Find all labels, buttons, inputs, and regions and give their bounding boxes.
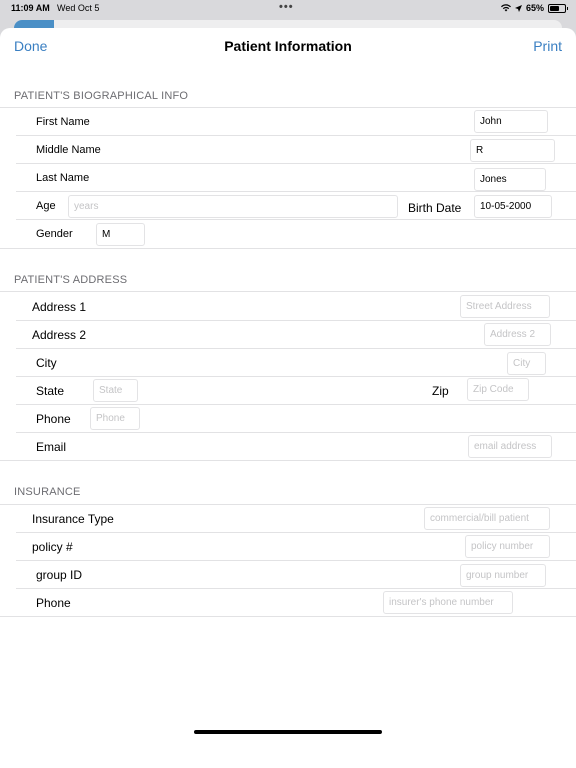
battery-percent: 65% (525, 3, 544, 13)
divider (0, 460, 576, 461)
divider (16, 191, 576, 192)
address2-label: Address 2 (32, 328, 87, 342)
status-date: Wed Oct 5 (57, 3, 100, 13)
divider (0, 616, 576, 617)
phone-field[interactable] (90, 407, 140, 430)
divider (16, 560, 576, 561)
divider (16, 135, 576, 136)
divider (16, 376, 576, 377)
first-name-label: First Name (36, 116, 90, 128)
divider (16, 432, 576, 433)
battery-icon (548, 3, 568, 13)
group-id-label: group ID (36, 568, 83, 582)
section-header-address: PATIENT'S ADDRESS (14, 274, 128, 286)
divider (0, 291, 576, 292)
phone-label: Phone (36, 412, 71, 426)
insurer-phone-label: Phone (36, 596, 71, 610)
divider (16, 163, 576, 164)
age-label: Age (36, 200, 56, 212)
status-right: 65% (500, 3, 568, 13)
page-title: Patient Information (224, 38, 352, 54)
policy-label: policy # (32, 540, 73, 554)
gender-label: Gender (36, 228, 73, 240)
email-label: Email (36, 440, 67, 454)
last-name-label: Last Name (36, 172, 90, 184)
birth-date-field[interactable] (474, 195, 552, 218)
divider (16, 348, 576, 349)
insurance-type-field[interactable] (424, 507, 550, 530)
zip-field[interactable] (467, 378, 529, 401)
divider (0, 504, 576, 505)
insurer-phone-field[interactable] (383, 591, 513, 614)
address2-field[interactable] (484, 323, 551, 346)
divider (16, 532, 576, 533)
city-label: City (36, 356, 57, 370)
city-field[interactable] (507, 352, 546, 375)
status-time: 11:09 AM (11, 3, 50, 13)
divider (0, 107, 576, 108)
address1-field[interactable] (460, 295, 550, 318)
last-name-field[interactable] (474, 168, 546, 191)
wifi-icon (500, 4, 511, 12)
home-indicator[interactable] (194, 730, 382, 734)
insurance-type-label: Insurance Type (32, 512, 114, 526)
middle-name-label: Middle Name (36, 144, 101, 156)
status-bar: 11:09 AM Wed Oct 5 ••• 65% (0, 0, 576, 16)
nav-bar: Done Patient Information Print (0, 28, 576, 64)
age-field[interactable] (68, 195, 398, 218)
section-header-insurance: INSURANCE (14, 486, 81, 498)
group-id-field[interactable] (460, 564, 546, 587)
divider (16, 219, 576, 220)
print-button[interactable]: Print (533, 38, 562, 54)
multitasking-dots-icon[interactable]: ••• (279, 1, 294, 13)
divider (0, 248, 576, 249)
middle-name-field[interactable] (470, 139, 555, 162)
background-sheet-tab (14, 20, 54, 28)
patient-info-sheet: Done Patient Information Print PATIENT'S… (0, 28, 576, 768)
zip-label: Zip (432, 384, 449, 398)
state-label: State (36, 384, 65, 398)
divider (16, 588, 576, 589)
email-field[interactable] (468, 435, 552, 458)
divider (16, 320, 576, 321)
birth-date-label: Birth Date (408, 201, 462, 215)
location-icon (514, 4, 522, 12)
address1-label: Address 1 (32, 300, 87, 314)
state-field[interactable] (93, 379, 138, 402)
policy-field[interactable] (465, 535, 550, 558)
divider (16, 404, 576, 405)
first-name-field[interactable] (474, 110, 548, 133)
section-header-bio: PATIENT'S BIOGRAPHICAL INFO (14, 90, 189, 102)
gender-field[interactable] (96, 223, 145, 246)
